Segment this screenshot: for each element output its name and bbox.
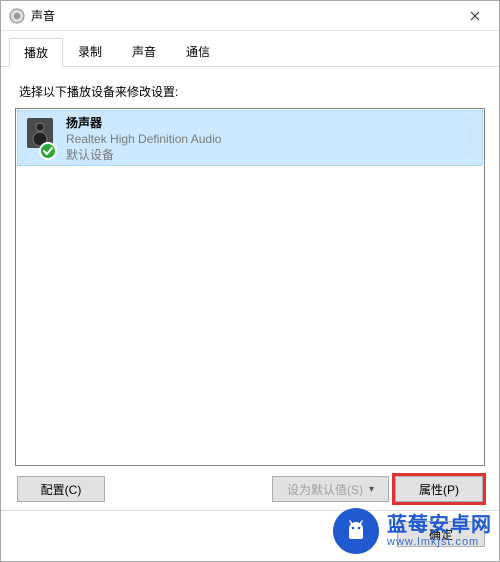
dialog-footer: 确定	[1, 510, 499, 561]
level-meter	[467, 115, 478, 155]
close-button[interactable]	[453, 1, 497, 31]
tab-sounds[interactable]: 声音	[117, 37, 171, 66]
device-text: 扬声器 Realtek High Definition Audio 默认设备	[66, 115, 221, 163]
device-row[interactable]: 扬声器 Realtek High Definition Audio 默认设备	[17, 110, 483, 166]
tab-recording[interactable]: 录制	[63, 37, 117, 66]
tab-content: 选择以下播放设备来修改设置: 扬声器 Realtek High	[1, 67, 499, 510]
configure-button[interactable]: 配置(C)	[17, 476, 105, 502]
sound-dialog: 声音 播放 录制 声音 通信 选择以下播放设备来修改设置:	[0, 0, 500, 562]
ok-button[interactable]: 确定	[397, 521, 485, 547]
tab-row: 播放 录制 声音 通信	[1, 31, 499, 67]
properties-button[interactable]: 属性(P)	[395, 476, 483, 502]
playback-device-list[interactable]: 扬声器 Realtek High Definition Audio 默认设备	[15, 108, 485, 466]
window-title: 声音	[31, 7, 453, 24]
instruction-text: 选择以下播放设备来修改设置:	[19, 83, 481, 100]
titlebar: 声音	[1, 1, 499, 31]
tab-communications[interactable]: 通信	[171, 37, 225, 66]
device-actions-row: 配置(C) 设为默认值(S) 属性(P)	[15, 466, 485, 506]
device-driver: Realtek High Definition Audio	[66, 131, 221, 147]
sound-app-icon	[9, 8, 25, 24]
device-status: 默认设备	[66, 147, 221, 163]
close-icon	[470, 11, 480, 21]
default-check-icon	[38, 141, 58, 161]
set-default-button[interactable]: 设为默认值(S)	[272, 476, 389, 502]
device-name: 扬声器	[66, 115, 221, 131]
tab-playback[interactable]: 播放	[9, 38, 63, 67]
device-icon	[22, 115, 58, 159]
